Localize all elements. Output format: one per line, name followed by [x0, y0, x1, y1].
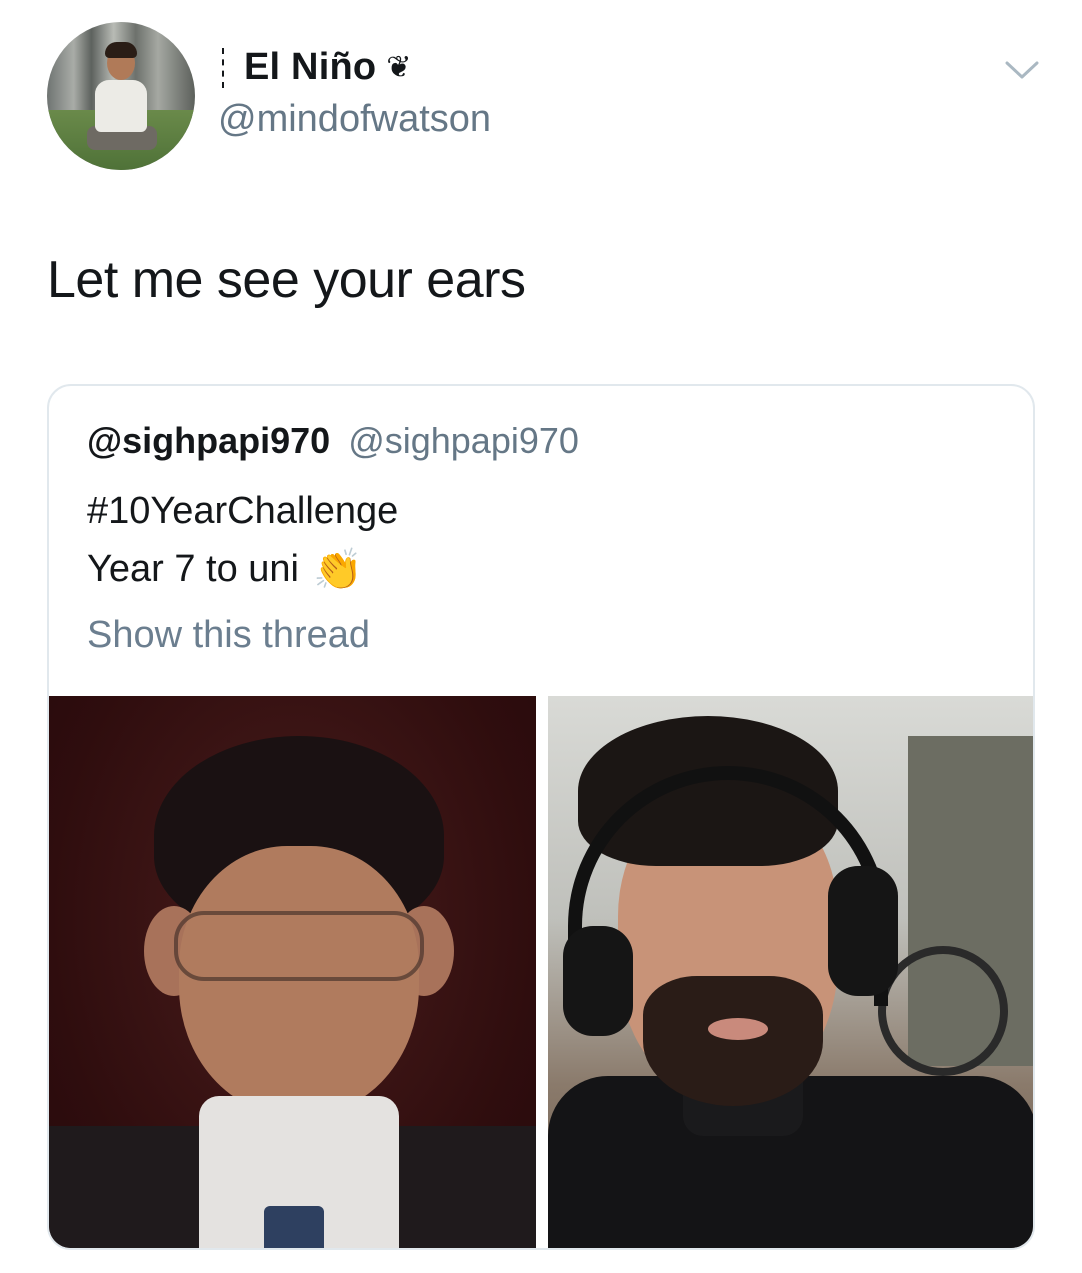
quoted-tweet-header: @sighpapi970 @sighpapi970: [87, 420, 579, 462]
quoted-tweet-text: Year 7 to uni: [87, 548, 299, 590]
clapping-hands-icon: 👏: [313, 547, 363, 592]
photo-before-tie: [264, 1206, 324, 1248]
photo-before[interactable]: [49, 696, 536, 1248]
quoted-author-name: @sighpapi970: [87, 420, 331, 461]
chevron-down-icon[interactable]: [1004, 58, 1040, 82]
photo-after[interactable]: [548, 696, 1033, 1248]
name-divider: [222, 47, 224, 88]
author-name-row[interactable]: El Niño ❦: [222, 46, 411, 89]
quoted-tweet-hashtag: #10YearChallenge: [87, 490, 399, 532]
avatar-person-body: [95, 80, 147, 132]
quoted-tweet-card[interactable]: @sighpapi970 @sighpapi970 #10YearChallen…: [47, 384, 1035, 1250]
photo-before-glasses: [174, 911, 424, 981]
tweet-text: Let me see your ears: [47, 251, 526, 309]
tweet-screenshot: El Niño ❦ @mindofwatson Let me see your …: [0, 0, 1082, 1273]
show-thread-link[interactable]: Show this thread: [87, 614, 370, 657]
headphone-left-cup: [563, 926, 633, 1036]
photo-after-mouth: [708, 1018, 768, 1040]
avatar-person-hair: [105, 42, 137, 58]
author-display-name[interactable]: El Niño: [244, 46, 376, 89]
name-emoji-icon: ❦: [386, 50, 412, 84]
quoted-author-handle: @sighpapi970: [348, 420, 579, 461]
photo-before-face: [179, 846, 419, 1116]
author-handle[interactable]: @mindofwatson: [218, 98, 491, 141]
avatar[interactable]: [47, 22, 195, 170]
quoted-tweet-text-line: Year 7 to uni 👏: [87, 548, 363, 591]
headphone-right-cup: [828, 866, 898, 996]
